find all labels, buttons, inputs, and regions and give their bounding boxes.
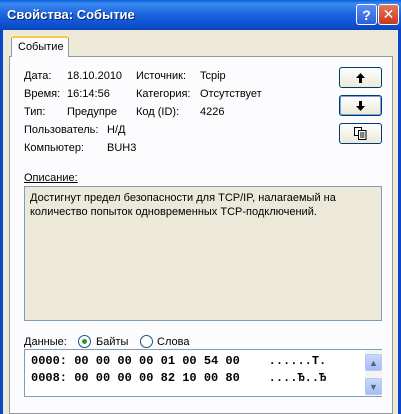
- time-value: 16:14:56: [67, 88, 110, 100]
- arrow-down-icon: [356, 100, 365, 111]
- time-label: Время:: [24, 88, 61, 100]
- hex-line: 0008: 00 00 00 00 82 10 00 80 ....Ђ..Ђ: [31, 371, 327, 385]
- description-label: Описание:: [24, 172, 78, 184]
- date-value: 18.10.2010: [67, 70, 123, 82]
- data-label: Данные:: [24, 336, 67, 348]
- close-icon: ✕: [382, 6, 395, 22]
- code-value: 4226: [200, 106, 225, 118]
- chevron-down-icon: ▼: [369, 381, 378, 392]
- source-label: Источник:: [136, 70, 187, 82]
- code-label: Код (ID):: [136, 106, 180, 118]
- scroll-up-button[interactable]: ▲: [365, 354, 382, 371]
- radio-bytes-label[interactable]: Байты: [96, 336, 128, 348]
- arrow-up-icon: [356, 72, 365, 83]
- close-button[interactable]: ✕: [378, 4, 399, 25]
- hex-line: 0000: 00 00 00 00 01 00 54 00 ......T.: [31, 354, 327, 368]
- tab-event[interactable]: Событие: [11, 36, 69, 57]
- previous-event-button[interactable]: [339, 67, 382, 88]
- source-value: Tcpip: [200, 70, 226, 82]
- scroll-down-button[interactable]: ▼: [365, 378, 382, 395]
- event-properties-dialog: Свойства: Событие ? ✕ Событие Дата: 18.1…: [0, 0, 401, 414]
- radio-bytes[interactable]: [78, 335, 91, 348]
- date-label: Дата:: [24, 70, 52, 82]
- data-hex-view[interactable]: 0000: 00 00 00 00 01 00 54 00 ......T. 0…: [24, 349, 382, 397]
- help-button[interactable]: ?: [356, 4, 377, 25]
- category-label: Категория:: [136, 88, 191, 100]
- computer-label: Компьютер:: [24, 142, 84, 154]
- computer-value: BUH3: [107, 142, 137, 154]
- category-value: Отсутствует: [200, 88, 262, 100]
- type-label: Тип:: [24, 106, 46, 118]
- help-icon: ?: [362, 6, 371, 23]
- radio-words-label[interactable]: Слова: [157, 336, 189, 348]
- copy-button[interactable]: [339, 123, 382, 144]
- chevron-up-icon: ▲: [369, 357, 378, 368]
- next-event-button[interactable]: [339, 95, 382, 116]
- window-title: Свойства: Событие: [7, 7, 135, 22]
- description-textbox[interactable]: Достигнут предел безопасности для TCP/IP…: [24, 186, 382, 321]
- radio-bytes-dot: [82, 339, 87, 344]
- type-value: Предупре: [67, 106, 118, 118]
- user-value: Н/Д: [107, 124, 126, 136]
- copy-icon: [354, 127, 367, 140]
- title-bar[interactable]: Свойства: Событие ? ✕: [0, 0, 401, 30]
- data-scrollbar[interactable]: ▲ ▼: [365, 350, 382, 396]
- user-label: Пользователь:: [24, 124, 99, 136]
- window-frame-left: [0, 30, 3, 414]
- tab-event-label: Событие: [18, 41, 64, 53]
- radio-words[interactable]: [140, 335, 153, 348]
